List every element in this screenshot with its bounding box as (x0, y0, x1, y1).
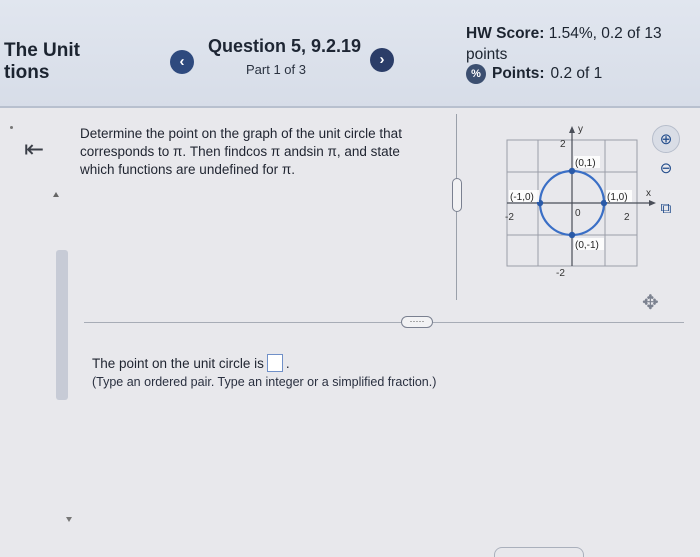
collapse-left-icon[interactable]: ⇤ (24, 138, 44, 162)
points-row: % Points: 0.2 of 1 (466, 64, 602, 84)
points-value: 0.2 of 1 (550, 65, 603, 82)
scroll-down-icon[interactable] (66, 517, 72, 522)
tick-left: -2 (505, 212, 514, 223)
tick-right: 2 (624, 212, 630, 223)
zoom-in-icon[interactable]: ⊕ (652, 125, 680, 153)
points-label: Points: (492, 65, 545, 82)
hw-score-unit: points (466, 46, 508, 63)
question-panel: ⇤ Determine the point on the graph of th… (0, 110, 700, 557)
part-label: Part 1 of 3 (246, 62, 306, 77)
tick-top: 2 (560, 139, 566, 150)
prev-question-button[interactable]: ‹ (170, 50, 194, 74)
chevron-left-icon: ‹ (179, 53, 185, 70)
point-left-label: (-1,0) (510, 192, 534, 203)
answer-prefix: The point on the unit circle is (92, 355, 264, 371)
point-bottom (568, 231, 576, 239)
zoom-out-icon[interactable]: ⊖ (652, 155, 680, 183)
answer-suffix: . (285, 355, 290, 371)
dot-marker (10, 126, 13, 129)
course-title: The Unit tions (4, 40, 80, 84)
scrollbar-thumb[interactable] (56, 250, 68, 400)
external-link-icon[interactable]: ⧉ (652, 195, 680, 223)
vertical-more-handle[interactable] (452, 178, 462, 212)
y-axis-label: y (578, 124, 583, 135)
horizontal-more-handle[interactable]: ····· (401, 316, 433, 328)
percent-badge-icon: % (466, 64, 486, 84)
origin-label: 0 (575, 208, 581, 219)
course-title-line2: tions (4, 62, 50, 83)
course-title-line1: The Unit (4, 40, 80, 61)
question-text: Determine the point on the graph of the … (80, 126, 402, 177)
point-bottom-label: (0,-1) (575, 240, 599, 251)
horizontal-divider (84, 322, 684, 323)
answer-hint: (Type an ordered pair. Type an integer o… (92, 375, 437, 389)
y-axis-arrow (569, 126, 575, 133)
header-bar: The Unit tions ‹ Question 5, 9.2.19 Part… (0, 0, 700, 108)
answer-line: The point on the unit circle is . (92, 354, 290, 372)
chevron-right-icon: › (379, 51, 385, 68)
bottom-tab[interactable] (494, 547, 584, 557)
question-title: Question 5, 9.2.19 (208, 36, 362, 56)
hw-score-value: 1.54%, 0.2 of 13 (548, 25, 662, 42)
next-question-button[interactable]: › (370, 48, 394, 72)
x-axis-label: x (646, 188, 651, 199)
point-right-label: (1,0) (607, 192, 628, 203)
scroll-up-icon[interactable] (53, 192, 59, 197)
hw-score-label: HW Score: (466, 25, 545, 42)
answer-input[interactable] (266, 354, 283, 372)
point-top-label: (0,1) (575, 158, 596, 169)
move-icon[interactable]: ✥ (642, 290, 659, 315)
hw-score: HW Score: 1.54%, 0.2 of 13 points (466, 23, 696, 65)
unit-circle-graph: y x 2 -2 -2 2 0 (0,1) (-1,0) (1,0) (0,-1… (505, 124, 656, 279)
tick-bottom: -2 (556, 268, 565, 279)
